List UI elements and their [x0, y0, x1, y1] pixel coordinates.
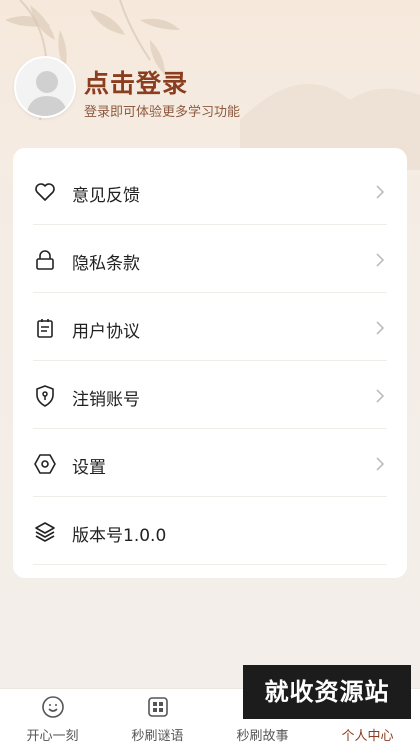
chevron-right-icon	[376, 185, 385, 199]
menu-item-agreement[interactable]: 用户协议	[33, 294, 387, 361]
menu-item-label: 用户协议	[72, 322, 140, 342]
login-title[interactable]: 点击登录	[84, 64, 188, 100]
heart-icon	[35, 183, 55, 201]
chevron-right-icon	[376, 321, 385, 335]
menu-card: 意见反馈 隐私条款 用户协议 注销账号 设置 版本号1.0.0	[13, 148, 407, 578]
tab-label: 个人中心	[341, 729, 394, 744]
grid-icon	[148, 697, 168, 717]
smile-icon	[42, 696, 64, 718]
menu-item-version: 版本号1.0.0	[33, 498, 387, 565]
default-user-icon	[26, 71, 68, 116]
menu-item-label: 意见反馈	[72, 186, 140, 206]
lock-icon	[36, 250, 54, 270]
clipboard-icon	[37, 319, 53, 338]
layers-icon	[35, 522, 55, 542]
menu-item-label: 注销账号	[72, 390, 140, 410]
hexagon-settings-icon	[34, 454, 56, 474]
chevron-right-icon	[376, 253, 385, 267]
menu-item-label: 隐私条款	[72, 254, 140, 274]
menu-item-privacy[interactable]: 隐私条款	[33, 226, 387, 293]
menu-item-settings[interactable]: 设置	[33, 430, 387, 497]
version-label: 版本号1.0.0	[72, 526, 167, 546]
tab-happy-moment[interactable]: 开心一刻	[0, 689, 105, 747]
menu-item-feedback[interactable]: 意见反馈	[33, 158, 387, 225]
watermark-banner: 就收资源站	[243, 665, 411, 719]
menu-item-delete-account[interactable]: 注销账号	[33, 362, 387, 429]
tab-label: 开心一刻	[26, 729, 79, 744]
tab-riddles[interactable]: 秒刷谜语	[105, 689, 210, 747]
tab-label: 秒刷谜语	[131, 729, 184, 744]
profile-header[interactable]: 点击登录 登录即可体验更多学习功能	[14, 56, 406, 122]
login-subtitle: 登录即可体验更多学习功能	[84, 105, 241, 120]
tab-label: 秒刷故事	[236, 729, 289, 744]
chevron-right-icon	[376, 457, 385, 471]
menu-item-label: 设置	[72, 458, 106, 478]
avatar[interactable]	[14, 56, 76, 118]
chevron-right-icon	[376, 389, 385, 403]
shield-icon	[36, 385, 54, 407]
